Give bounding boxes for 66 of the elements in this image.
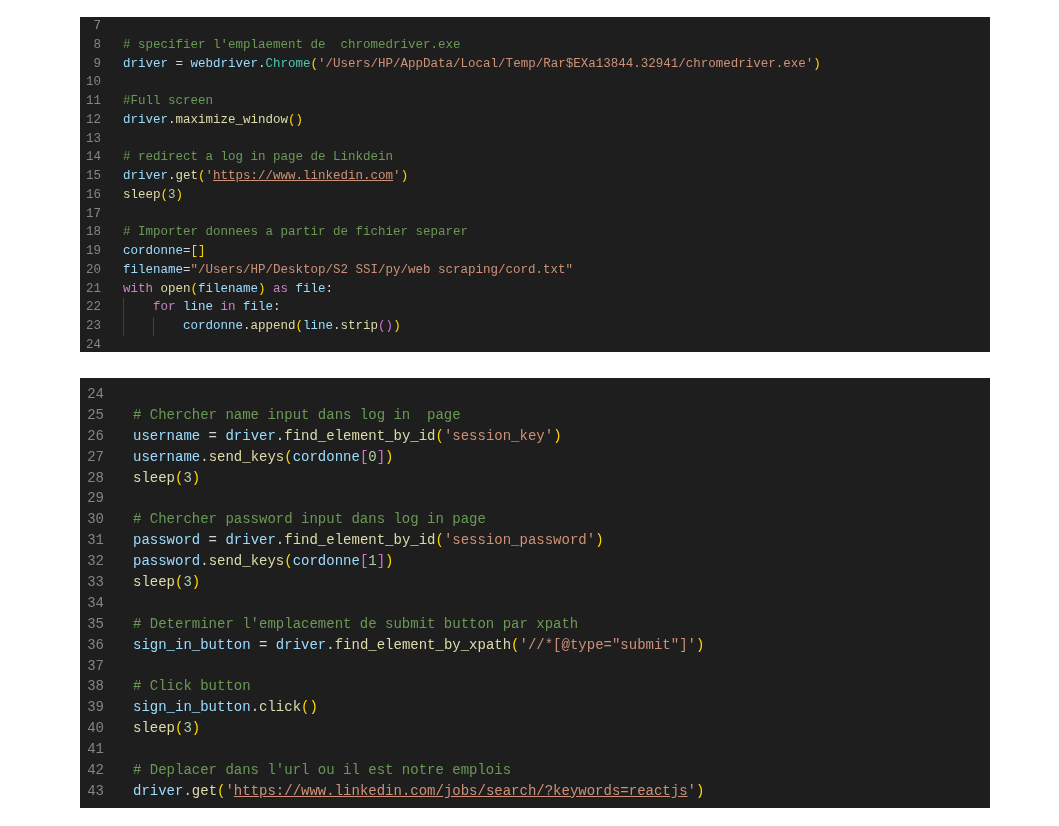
code-line: sign_in_button = driver.find_element_by_xpath('//*[@type="submit"]') [133, 635, 705, 655]
code-line: with open(filename) as file: [123, 280, 334, 298]
code-line: sleep(3) [123, 186, 184, 204]
line-number: 37 [86, 656, 104, 676]
line-number: 41 [86, 740, 104, 760]
code-line: # Chercher name input dans log in page [133, 405, 461, 425]
code-line: cordonne=[] [123, 243, 206, 260]
code-line: password = driver.find_element_by_id('session_password') [133, 531, 604, 551]
code-line: sleep(3) [133, 468, 201, 488]
line-number: 43 [86, 781, 104, 801]
line-number: 38 [86, 677, 104, 697]
line-number: 27 [86, 447, 104, 467]
code-line: cordonne.append(line.strip()) [183, 318, 401, 335]
code-line: # Click button [133, 677, 251, 697]
line-number: 10 [85, 74, 101, 92]
line-number: 30 [86, 510, 104, 530]
line-number: 31 [86, 531, 104, 551]
code-line: # redirect a log in page de Linkdein [123, 149, 394, 167]
code-line: sign_in_button.click() [133, 698, 318, 718]
line-number: 25 [86, 405, 104, 425]
code-line: #Full screen [123, 93, 213, 110]
code-line: # Deplacer dans l'url ou il est notre emplois [133, 761, 512, 781]
code-line: filename="/Users/HP/Desktop/S2 SSI/py/web scraping/cord.txt" [123, 261, 574, 279]
line-number: 39 [86, 698, 104, 718]
line-number: 16 [85, 186, 101, 204]
line-number: 24 [86, 385, 104, 404]
code-line: sleep(3) [133, 573, 201, 592]
line-number: 36 [86, 635, 104, 655]
line-number: 29 [86, 489, 104, 509]
code-line: for line in file: [153, 299, 281, 317]
line-number: 34 [86, 593, 104, 613]
code-line: # Determiner l'emplacement de submit button par xpath [133, 614, 579, 634]
line-number: 17 [85, 205, 101, 223]
code-line: username = driver.find_element_by_id('session_key') [133, 426, 562, 446]
code-line: password.send_keys(cordonne[1]) [133, 552, 394, 572]
line-number: 8 [92, 36, 101, 54]
line-number: 40 [86, 719, 104, 739]
line-number: 35 [86, 614, 104, 634]
code-line: driver.get('https://www.linkedin.com/jobs/search/?keywords=reactjs') [133, 781, 705, 801]
line-number: 11 [85, 93, 101, 110]
line-number: 28 [86, 468, 104, 488]
line-number: 18 [85, 224, 101, 242]
code-line: # Importer donnees a partir de fichier separer [123, 224, 469, 242]
code-line: # Chercher password input dans log in page [133, 510, 486, 530]
line-number: 7 [92, 18, 101, 35]
line-number: 32 [86, 552, 104, 572]
line-number: 9 [92, 55, 101, 73]
line-number: 20 [85, 261, 101, 279]
line-number: 13 [85, 130, 101, 148]
code-line: username.send_keys(cordonne[0]) [133, 447, 394, 467]
code-line: sleep(3) [133, 719, 201, 739]
line-number: 23 [85, 318, 101, 335]
line-number: 12 [85, 111, 101, 129]
line-number: 14 [85, 149, 101, 167]
code-line: # specifier l'emplaement de chromedriver.exe [123, 36, 461, 54]
code-line: driver.maximize_window() [123, 111, 304, 129]
code-line: driver.get('https://www.linkedin.com') [123, 168, 409, 185]
line-number: 42 [86, 761, 104, 781]
line-number: 33 [86, 573, 104, 592]
line-number: 21 [85, 280, 101, 298]
line-number: 26 [86, 426, 104, 446]
code-line: driver = webdriver.Chrome('/Users/HP/AppData/Local/Temp/Rar$EXa13844.32941/chromedriver.exe') [123, 55, 821, 73]
line-number: 15 [85, 168, 101, 185]
line-number: 24 [85, 336, 101, 352]
line-number: 19 [85, 243, 101, 260]
line-number: 22 [85, 299, 101, 317]
